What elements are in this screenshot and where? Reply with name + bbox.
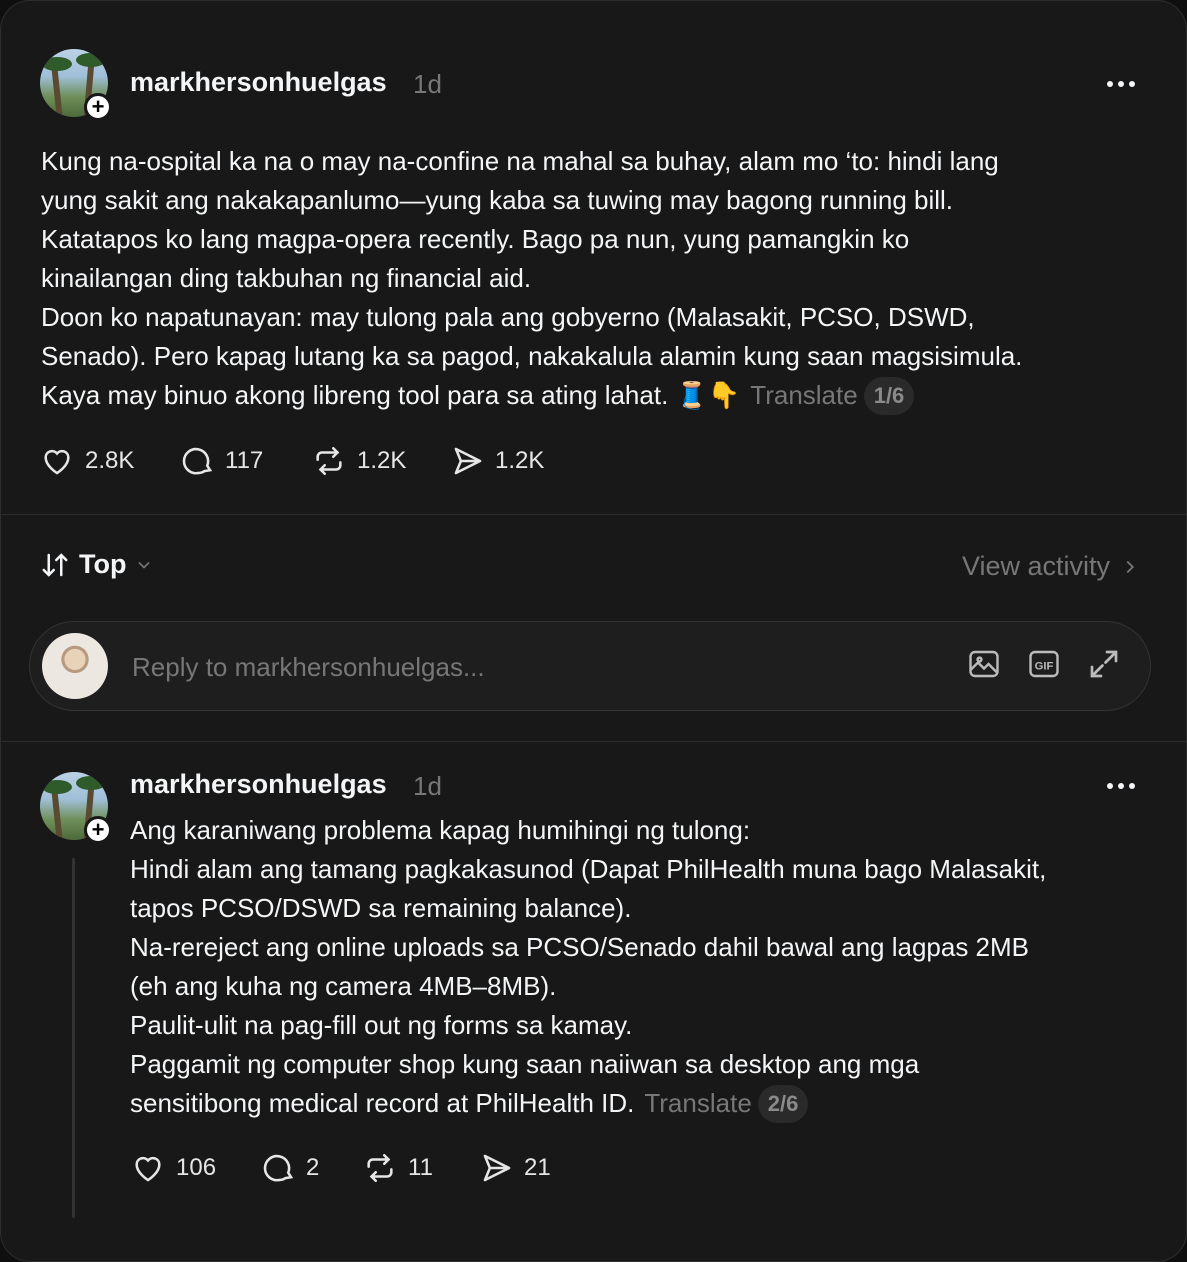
post-body: Kung na-ospital ka na o may na-confine n… — [41, 142, 1151, 415]
body-line: sensitibong medical record at PhilHealth… — [130, 1084, 1160, 1123]
body-line: Doon ko napatunayan: may tulong pala ang… — [41, 298, 1151, 337]
reply-tools: GIF — [966, 646, 1122, 682]
sort-label: Top — [79, 549, 127, 579]
thread-post-time: 1d — [413, 771, 442, 801]
repost-button[interactable]: 1.2K — [311, 444, 451, 478]
like-count: 106 — [176, 1154, 217, 1181]
like-button[interactable]: 2.8K — [39, 444, 181, 478]
body-line: kinailangan ding takbuhan ng financial a… — [41, 259, 1151, 298]
view-activity-label: View activity — [961, 551, 1110, 581]
comment-count: 2 — [306, 1154, 320, 1181]
image-icon[interactable] — [966, 646, 1002, 682]
share-count: 21 — [524, 1154, 551, 1181]
body-line: (eh ang kuha ng camera 4MB–8MB). — [130, 967, 1160, 1006]
reply-input[interactable] — [130, 622, 914, 712]
heart-icon — [135, 1156, 161, 1182]
body-line-text: tapos PCSO/DSWD sa remaining balance). — [130, 893, 632, 923]
body-line-text: Paggamit ng computer shop kung saan naii… — [130, 1049, 920, 1079]
more-options-icon[interactable] — [1107, 81, 1135, 87]
body-line: Katatapos ko lang magpa-opera recently. … — [41, 220, 1151, 259]
body-line-text: (eh ang kuha ng camera 4MB–8MB). — [130, 971, 557, 1001]
like-button[interactable]: 106 — [130, 1151, 262, 1185]
body-line-text: Katatapos ko lang magpa-opera recently. … — [41, 224, 910, 254]
repost-button[interactable]: 11 — [362, 1151, 480, 1185]
send-icon — [454, 447, 482, 475]
like-count: 2.8K — [85, 447, 135, 474]
share-count: 1.2K — [495, 447, 545, 474]
reply-composer: GIF — [29, 621, 1151, 712]
chevron-right-icon — [1126, 560, 1135, 573]
thread-author-username[interactable]: markhersonhuelgas — [130, 769, 387, 800]
current-user-avatar — [42, 633, 108, 699]
body-line: Kung na-ospital ka na o may na-confine n… — [41, 142, 1151, 181]
comment-button[interactable]: 117 — [181, 444, 311, 478]
thread-post-actions: 106 2 11 21 — [130, 1151, 551, 1185]
gif-icon[interactable]: GIF — [1026, 646, 1062, 682]
body-line-text: Kaya may binuo akong libreng tool para s… — [41, 380, 741, 410]
body-line: Paggamit ng computer shop kung saan naii… — [130, 1045, 1160, 1084]
comment-count: 117 — [225, 447, 264, 474]
post-actions: 2.8K 117 1.2K 1.2K — [39, 444, 544, 478]
body-line-text: yung sakit ang nakakapanlumo—yung kaba s… — [41, 185, 954, 215]
divider — [1, 741, 1186, 742]
body-line: Na-rereject ang online uploads sa PCSO/S… — [130, 928, 1160, 967]
body-line-text: Hindi alam ang tamang pagkakasunod (Dapa… — [130, 854, 1047, 884]
svg-text:GIF: GIF — [1035, 660, 1054, 672]
view-activity-link[interactable]: View activity — [962, 551, 1138, 582]
thread-post-body: Ang karaniwang problema kapag humihingi … — [130, 811, 1160, 1123]
body-line-text: sensitibong medical record at PhilHealth… — [130, 1088, 635, 1118]
body-line-text: Paulit-ulit na pag-fill out ng forms sa … — [130, 1010, 633, 1040]
repost-count: 1.2K — [357, 447, 407, 474]
repost-icon — [367, 1153, 393, 1183]
post-time: 1d — [413, 69, 442, 99]
sort-dropdown[interactable]: Top — [39, 549, 154, 580]
heart-icon — [44, 449, 70, 475]
translate-link[interactable]: Translate — [750, 380, 857, 410]
repost-icon — [316, 446, 342, 476]
comment-bubble-icon — [182, 447, 213, 475]
body-line-text: kinailangan ding takbuhan ng financial a… — [41, 263, 532, 293]
body-line: Ang karaniwang problema kapag humihingi … — [130, 811, 1160, 850]
body-line: yung sakit ang nakakapanlumo—yung kaba s… — [41, 181, 1151, 220]
thread-page-badge: 1/6 — [863, 377, 915, 415]
comment-bubble-icon — [263, 1154, 294, 1182]
share-button[interactable]: 1.2K — [451, 444, 544, 478]
body-line-text: Na-rereject ang online uploads sa PCSO/S… — [130, 932, 1030, 962]
body-line-text: Senado). Pero kapag lutang ka sa pagod, … — [41, 341, 1023, 371]
thread-page-badge: 2/6 — [757, 1085, 809, 1123]
comment-button[interactable]: 2 — [262, 1151, 362, 1185]
share-button[interactable]: 21 — [480, 1151, 551, 1185]
author-avatar[interactable]: + — [40, 49, 112, 121]
threads-post-frame: + markhersonhuelgas 1d Kung na-ospital k… — [0, 0, 1187, 1262]
body-line: Paulit-ulit na pag-fill out ng forms sa … — [130, 1006, 1160, 1045]
send-icon — [483, 1154, 511, 1182]
divider — [1, 514, 1186, 515]
follow-plus-icon[interactable]: + — [84, 816, 112, 844]
body-line: Senado). Pero kapag lutang ka sa pagod, … — [41, 337, 1151, 376]
body-line: tapos PCSO/DSWD sa remaining balance). — [130, 889, 1160, 928]
body-line: Hindi alam ang tamang pagkakasunod (Dapa… — [130, 850, 1160, 889]
thread-author-avatar[interactable]: + — [40, 772, 112, 844]
translate-link[interactable]: Translate — [644, 1088, 751, 1118]
thread-connector-line — [72, 858, 75, 1218]
sort-arrows-icon — [42, 552, 68, 577]
author-username[interactable]: markhersonhuelgas — [130, 67, 387, 98]
repost-count: 11 — [408, 1154, 433, 1181]
expand-icon[interactable] — [1086, 646, 1122, 682]
body-line-text: Doon ko napatunayan: may tulong pala ang… — [41, 302, 975, 332]
body-line-text: Ang karaniwang problema kapag humihingi … — [130, 815, 751, 845]
body-line-text: Kung na-ospital ka na o may na-confine n… — [41, 146, 999, 176]
body-line: Kaya may binuo akong libreng tool para s… — [41, 376, 1151, 415]
more-options-icon[interactable] — [1107, 783, 1135, 789]
chevron-down-icon — [138, 561, 151, 569]
follow-plus-icon[interactable]: + — [84, 93, 112, 121]
